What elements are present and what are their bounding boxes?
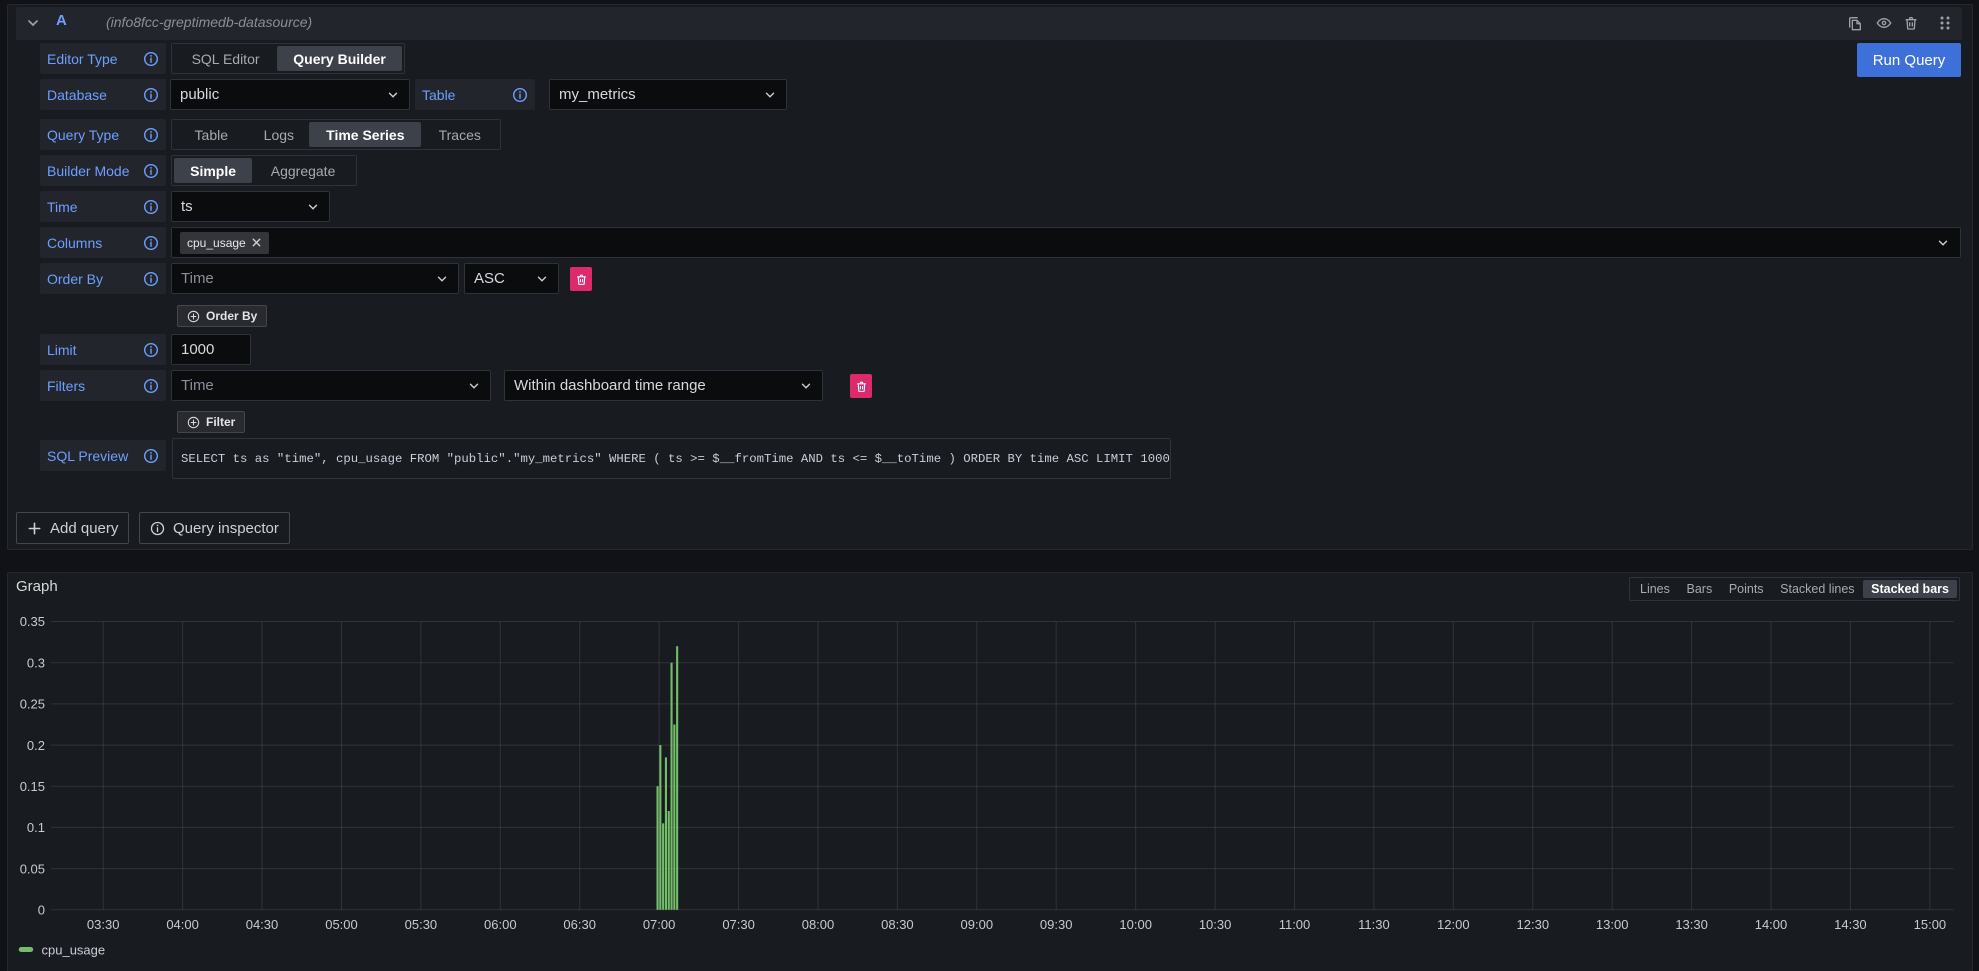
svg-text:10:30: 10:30: [1199, 917, 1232, 932]
svg-text:06:00: 06:00: [484, 917, 517, 932]
svg-text:07:00: 07:00: [643, 917, 676, 932]
svg-text:08:00: 08:00: [802, 917, 835, 932]
svg-text:0.3: 0.3: [27, 655, 45, 670]
svg-text:04:00: 04:00: [166, 917, 199, 932]
svg-text:05:30: 05:30: [405, 917, 438, 932]
svg-text:08:30: 08:30: [881, 917, 914, 932]
svg-text:09:30: 09:30: [1040, 917, 1073, 932]
svg-text:0.05: 0.05: [20, 861, 45, 876]
svg-text:09:00: 09:00: [961, 917, 994, 932]
svg-text:0.15: 0.15: [20, 779, 45, 794]
svg-text:0: 0: [38, 903, 45, 918]
svg-text:06:30: 06:30: [563, 917, 596, 932]
svg-text:12:00: 12:00: [1437, 917, 1470, 932]
svg-text:14:30: 14:30: [1834, 917, 1867, 932]
svg-text:0.35: 0.35: [20, 614, 45, 629]
svg-text:13:00: 13:00: [1596, 917, 1629, 932]
svg-text:11:30: 11:30: [1358, 917, 1390, 932]
svg-text:05:00: 05:00: [325, 917, 358, 932]
svg-text:0.25: 0.25: [20, 697, 45, 712]
svg-text:0.1: 0.1: [27, 820, 45, 835]
svg-text:12:30: 12:30: [1517, 917, 1550, 932]
svg-text:11:00: 11:00: [1279, 917, 1311, 932]
svg-text:13:30: 13:30: [1675, 917, 1708, 932]
svg-text:07:30: 07:30: [722, 917, 755, 932]
svg-text:14:00: 14:00: [1755, 917, 1788, 932]
svg-text:10:00: 10:00: [1119, 917, 1152, 932]
svg-text:0.2: 0.2: [27, 738, 45, 753]
svg-text:cpu_usage: cpu_usage: [42, 943, 106, 958]
svg-text:15:00: 15:00: [1914, 917, 1947, 932]
svg-text:04:30: 04:30: [246, 917, 279, 932]
svg-text:03:30: 03:30: [87, 917, 120, 932]
